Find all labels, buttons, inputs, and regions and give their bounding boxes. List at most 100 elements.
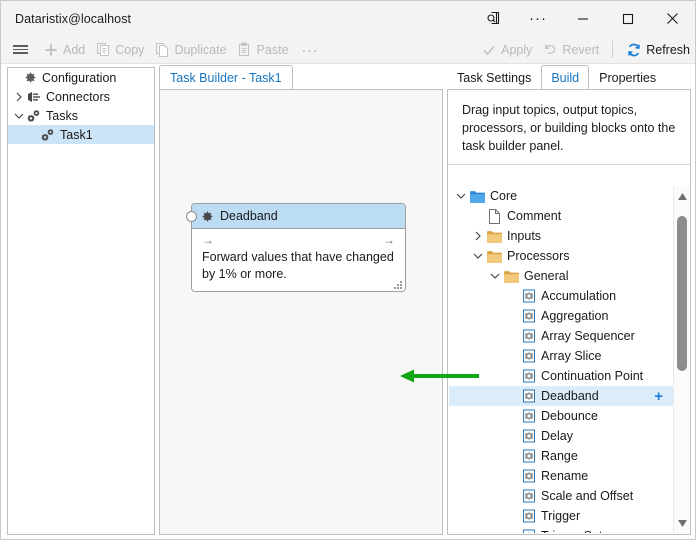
- tree-item-label: Aggregation: [541, 309, 608, 323]
- navigation-tree-panel: Configuration Connectors: [7, 67, 155, 535]
- hamburger-menu-button[interactable]: [1, 37, 38, 63]
- tree-item-label: General: [524, 269, 568, 283]
- refresh-button[interactable]: Refresh: [621, 37, 695, 63]
- build-tree-scrollbar[interactable]: [673, 186, 689, 533]
- sidebar-item-configuration[interactable]: Configuration: [8, 68, 154, 87]
- deadband-node[interactable]: Deadband → → Forward values that have ch…: [191, 203, 406, 292]
- tab-label: Build: [551, 71, 579, 85]
- undo-icon: [542, 42, 558, 58]
- tab-label: Properties: [599, 71, 656, 85]
- tree-item-accumulation[interactable]: Accumulation: [449, 286, 675, 306]
- processor-icon: [519, 529, 538, 533]
- building-blocks-tree[interactable]: CoreComment Inputs Processors General Accumu…: [449, 186, 675, 533]
- tree-item-trigger[interactable]: Trigger: [449, 506, 675, 526]
- folder-icon: [485, 250, 504, 263]
- tree-item-label: Continuation Point: [541, 369, 643, 383]
- tab-task-settings[interactable]: Task Settings: [447, 67, 541, 89]
- sidebar-item-task1[interactable]: Task1: [8, 125, 154, 144]
- revert-button[interactable]: Revert: [537, 37, 604, 63]
- node-resize-handle[interactable]: [394, 281, 402, 289]
- tab-properties[interactable]: Properties: [589, 67, 666, 89]
- right-panel: Task Settings Build Properties Drag inpu…: [447, 65, 691, 535]
- tree-item-rename[interactable]: Rename: [449, 466, 675, 486]
- tree-item-aggregation[interactable]: Aggregation: [449, 306, 675, 326]
- refresh-icon: [626, 42, 642, 58]
- tree-item-debounce[interactable]: Debounce: [449, 406, 675, 426]
- tab-task-builder[interactable]: Task Builder - Task1: [159, 65, 293, 89]
- processor-icon: [519, 329, 538, 343]
- tree-item-general[interactable]: General: [449, 266, 675, 286]
- scroll-up-arrow-icon[interactable]: [674, 188, 690, 204]
- copy-button[interactable]: Copy: [90, 37, 149, 63]
- toolbar-overflow-button[interactable]: ···: [294, 42, 327, 58]
- sidebar-item-connectors[interactable]: Connectors: [8, 87, 154, 106]
- processor-icon: [519, 489, 538, 503]
- window-title: Dataristix@localhost: [15, 12, 131, 26]
- chevron-down-icon[interactable]: [470, 252, 485, 260]
- tab-build[interactable]: Build: [541, 65, 589, 89]
- node-input-port[interactable]: [186, 211, 197, 222]
- hamburger-icon: [13, 43, 28, 56]
- chevron-right-icon[interactable]: [470, 231, 485, 241]
- duplicate-button[interactable]: Duplicate: [149, 37, 231, 63]
- tree-item-array-sequencer[interactable]: Array Sequencer: [449, 326, 675, 346]
- tree-item-inputs[interactable]: Inputs: [449, 226, 675, 246]
- scrollbar-thumb[interactable]: [677, 216, 687, 371]
- paste-button[interactable]: Paste: [232, 37, 294, 63]
- paste-label: Paste: [257, 43, 289, 57]
- minimize-button[interactable]: [560, 2, 605, 36]
- tree-item-deadband[interactable]: Deadband+: [449, 386, 675, 406]
- tree-item-range[interactable]: Range: [449, 446, 675, 466]
- add-block-plus-icon[interactable]: +: [654, 389, 663, 404]
- document-icon: [485, 209, 504, 224]
- processor-icon: [519, 349, 538, 363]
- inspect-icon[interactable]: [472, 2, 516, 36]
- apply-label: Apply: [501, 43, 532, 57]
- tree-item-label: Rename: [541, 469, 588, 483]
- processor-icon: [519, 369, 538, 383]
- task-icon: [40, 125, 57, 144]
- more-options-button[interactable]: ···: [516, 2, 560, 36]
- maximize-button[interactable]: [605, 2, 650, 36]
- tree-item-label: Range: [541, 449, 578, 463]
- deadband-node-header[interactable]: Deadband: [192, 204, 405, 229]
- tree-item-scale-and-offset[interactable]: Scale and Offset: [449, 486, 675, 506]
- apply-button[interactable]: Apply: [476, 37, 537, 63]
- sidebar-item-tasks[interactable]: Tasks: [8, 106, 154, 125]
- tree-item-array-slice[interactable]: Array Slice: [449, 346, 675, 366]
- tree-item-label: Accumulation: [541, 289, 616, 303]
- tree-item-label: Inputs: [507, 229, 541, 243]
- title-bar: Dataristix@localhost ···: [1, 1, 695, 36]
- task-builder-canvas[interactable]: Deadband → → Forward values that have ch…: [159, 89, 443, 535]
- chevron-down-icon[interactable]: [12, 106, 26, 125]
- processor-icon: [519, 469, 538, 483]
- add-button[interactable]: Add: [38, 37, 90, 63]
- tree-item-comment[interactable]: Comment: [449, 206, 675, 226]
- tree-item-core[interactable]: Core: [449, 186, 675, 206]
- more-dots: ···: [529, 11, 547, 26]
- tree-item-processors[interactable]: Processors: [449, 246, 675, 266]
- node-flow-arrows: → →: [202, 232, 395, 247]
- chevron-down-icon[interactable]: [487, 272, 502, 280]
- main-toolbar: Add Copy Duplicate: [1, 36, 695, 64]
- tree-item-continuation-point[interactable]: Continuation Point: [449, 366, 675, 386]
- input-arrow-icon: →: [202, 233, 214, 247]
- refresh-label: Refresh: [646, 43, 690, 57]
- scroll-down-arrow-icon[interactable]: [674, 515, 690, 531]
- chevron-down-icon[interactable]: [453, 192, 468, 200]
- paste-icon: [237, 42, 253, 58]
- processor-icon: [519, 429, 538, 443]
- copy-icon: [95, 42, 111, 58]
- sidebar-item-label: Task1: [60, 128, 93, 142]
- tree-item-trigger-set[interactable]: Trigger Set: [449, 526, 675, 533]
- tree-item-delay[interactable]: Delay: [449, 426, 675, 446]
- tab-label: Task Builder - Task1: [170, 71, 282, 85]
- annotation-arrow-shaft: [411, 374, 479, 378]
- task-builder-tabstrip: Task Builder - Task1: [159, 65, 443, 89]
- tree-item-label: Debounce: [541, 409, 598, 423]
- chevron-right-icon[interactable]: [12, 87, 26, 106]
- deadband-node-body: → → Forward values that have changed by …: [192, 229, 405, 291]
- add-label: Add: [63, 43, 85, 57]
- close-button[interactable]: [650, 2, 695, 36]
- tree-item-label: Delay: [541, 429, 573, 443]
